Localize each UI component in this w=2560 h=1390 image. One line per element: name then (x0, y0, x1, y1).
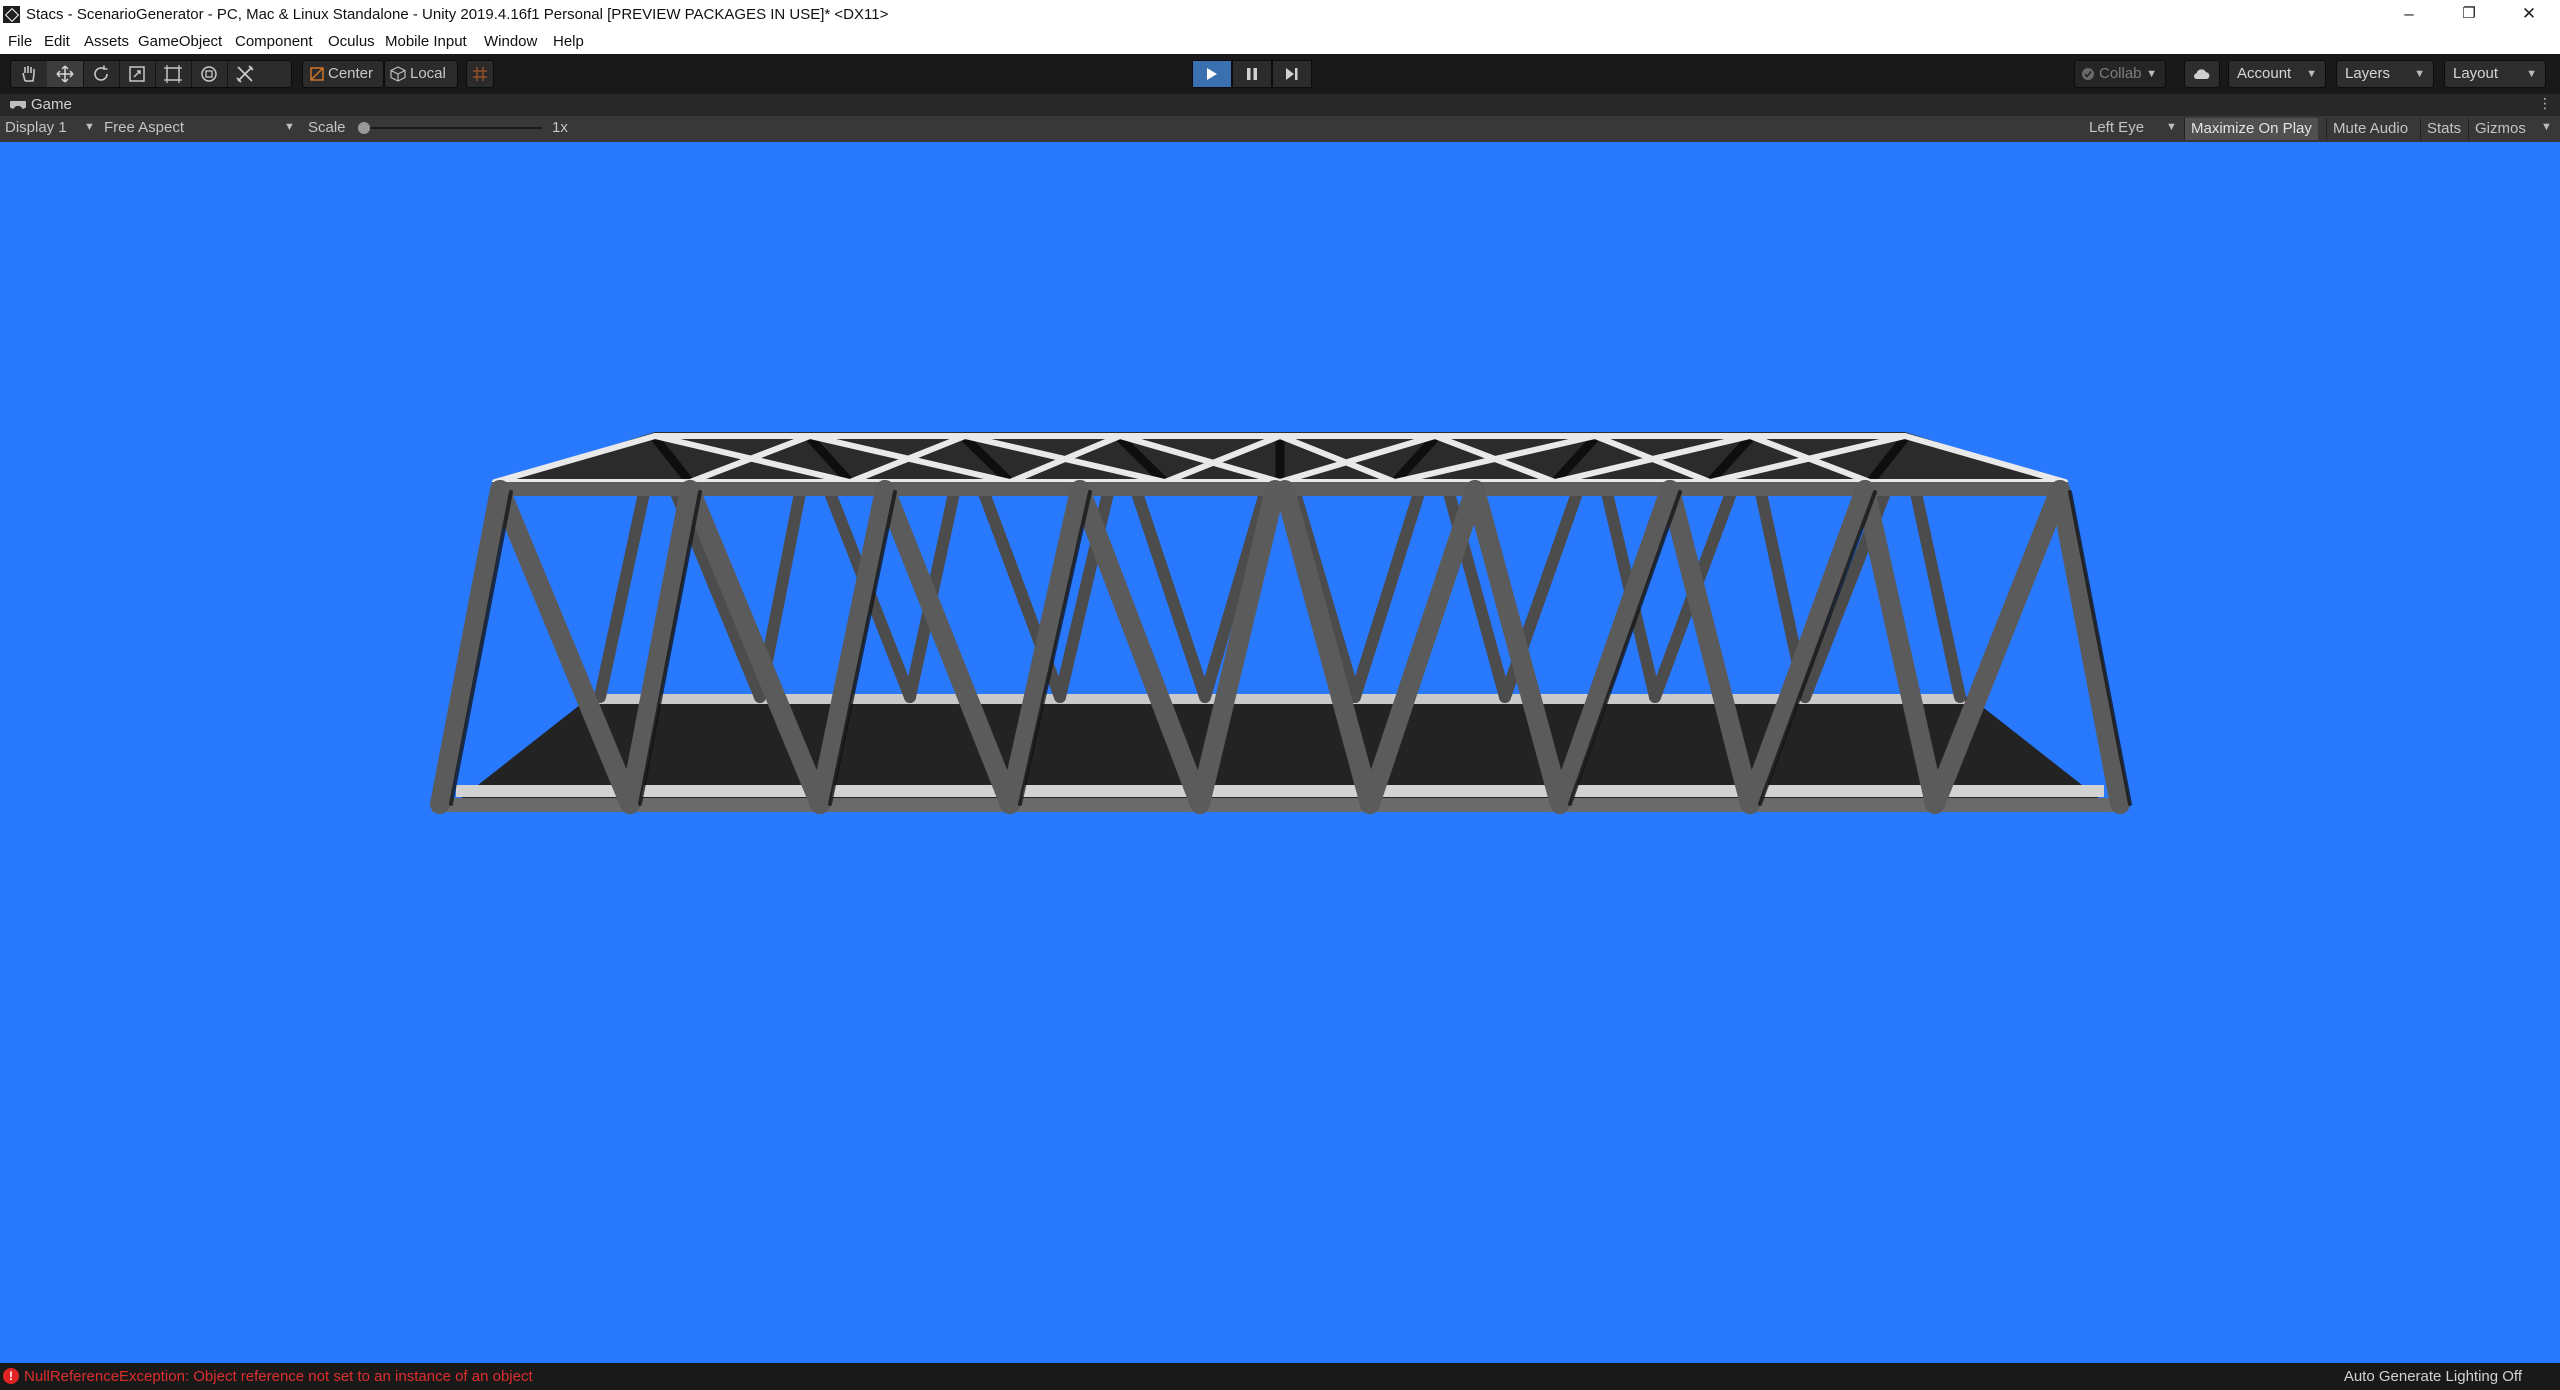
pivot-mode-label: Center (328, 65, 374, 82)
menu-bar: File Edit Assets GameObject Component Oc… (0, 30, 2560, 54)
account-dropdown-arrow: ▼ (2306, 68, 2317, 80)
menu-assets[interactable]: Assets (84, 33, 129, 50)
game-viewport[interactable] (0, 142, 2560, 1363)
scale-slider-handle[interactable] (358, 122, 370, 134)
game-controller-icon (10, 100, 26, 109)
eye-dropdown-arrow: ▼ (2166, 121, 2177, 133)
truss-bridge-render (430, 432, 2132, 814)
collab-label: Collab (2099, 65, 2142, 82)
bottom-chord-near (432, 798, 2126, 812)
pivot-center-icon (310, 67, 324, 81)
collab-check-icon (2082, 68, 2094, 80)
grid-snap-button[interactable] (466, 60, 494, 88)
scale-tool-button[interactable] (119, 61, 156, 87)
tools-icon (236, 65, 254, 83)
transform-tools (10, 60, 292, 88)
stats-toggle[interactable]: Stats (2420, 118, 2467, 140)
near-curb (456, 785, 2104, 797)
window-title: Stacs - ScenarioGenerator - PC, Mac & Li… (26, 6, 889, 23)
move-tool-button[interactable] (47, 61, 84, 87)
hand-icon (22, 66, 35, 82)
error-icon: ! (3, 1368, 19, 1384)
menu-component[interactable]: Component (235, 33, 313, 50)
main-toolbar: Center Local Collab ▼ Account ▼ Layers ▼… (0, 54, 2560, 94)
menu-mobile-input[interactable]: Mobile Input (385, 33, 467, 50)
account-label: Account (2237, 65, 2292, 82)
more-options-icon[interactable]: ⋮ (2538, 95, 2552, 112)
game-view-toolbar: Display 1 ▼ Free Aspect ▼ Scale 1x Left … (0, 116, 2560, 142)
lighting-status: Auto Generate Lighting Off (2343, 1368, 2522, 1385)
pivot-mode-button[interactable]: Center (302, 60, 384, 88)
scale-icon (129, 66, 145, 82)
pause-icon (1247, 68, 1257, 80)
cloud-button[interactable] (2184, 60, 2220, 88)
menu-file[interactable]: File (8, 33, 32, 50)
scale-value: 1x (552, 119, 568, 136)
far-curb (595, 694, 1965, 704)
grid-snap-icon (473, 67, 487, 81)
layers-dropdown-arrow: ▼ (2414, 68, 2425, 80)
menu-edit[interactable]: Edit (44, 33, 70, 50)
console-error-message[interactable]: NullReferenceException: Object reference… (24, 1368, 533, 1385)
hand-tool-button[interactable] (11, 61, 48, 87)
collab-dropdown[interactable]: Collab ▼ (2074, 60, 2166, 88)
account-dropdown[interactable]: Account ▼ (2228, 60, 2326, 88)
move-icon (56, 65, 74, 83)
eye-dropdown[interactable]: Left Eye (2089, 119, 2144, 136)
rect-transform-icon (164, 65, 182, 83)
tab-game[interactable]: Game (31, 96, 72, 113)
gizmos-dropdown-arrow[interactable]: ▼ (2541, 121, 2552, 133)
rect-tool-button[interactable] (155, 61, 192, 87)
title-bar: Stacs - ScenarioGenerator - PC, Mac & Li… (0, 0, 2560, 30)
pivot-rotation-button[interactable]: Local (384, 60, 458, 88)
layout-dropdown-arrow: ▼ (2526, 68, 2537, 80)
layout-label: Layout (2453, 65, 2499, 82)
play-icon (1207, 68, 1217, 80)
step-button[interactable] (1272, 60, 1312, 88)
custom-tool-button[interactable] (227, 61, 263, 87)
display-dropdown[interactable]: Display 1 (5, 119, 67, 136)
layers-dropdown[interactable]: Layers ▼ (2336, 60, 2434, 88)
minimize-button[interactable]: – (2380, 0, 2438, 30)
local-cube-icon (390, 66, 406, 82)
maximize-on-play-toggle[interactable]: Maximize On Play (2184, 118, 2318, 140)
aspect-dropdown[interactable]: Free Aspect (104, 119, 184, 136)
top-bracing (492, 432, 2068, 486)
collab-dropdown-arrow: ▼ (2146, 68, 2157, 80)
unity-logo-icon (3, 6, 20, 23)
scale-slider-track[interactable] (360, 127, 542, 129)
status-bar: ! NullReferenceException: Object referen… (0, 1363, 2560, 1390)
close-button[interactable]: ✕ (2500, 0, 2558, 30)
menu-gameobject[interactable]: GameObject (138, 33, 222, 50)
step-icon (1286, 68, 1298, 80)
menu-window[interactable]: Window (484, 33, 537, 50)
scale-label: Scale (308, 119, 346, 136)
pivot-rotation-label: Local (410, 65, 446, 82)
transform-tool-button[interactable] (191, 61, 228, 87)
mute-audio-toggle[interactable]: Mute Audio (2326, 118, 2414, 140)
gizmos-toggle[interactable]: Gizmos (2468, 118, 2532, 140)
menu-oculus[interactable]: Oculus (328, 33, 375, 50)
pause-button[interactable] (1232, 60, 1272, 88)
aspect-dropdown-arrow: ▼ (284, 121, 295, 133)
rotate-icon (94, 65, 108, 81)
layers-label: Layers (2345, 65, 2391, 82)
game-tab-bar: Game ⋮ (0, 94, 2560, 116)
display-dropdown-arrow: ▼ (84, 121, 95, 133)
layout-dropdown[interactable]: Layout ▼ (2444, 60, 2546, 88)
rotate-tool-button[interactable] (83, 61, 120, 87)
cloud-icon (2193, 69, 2210, 80)
menu-help[interactable]: Help (553, 33, 584, 50)
transform-icon (201, 66, 217, 82)
play-button[interactable] (1192, 60, 1232, 88)
maximize-button[interactable]: ❐ (2440, 0, 2498, 30)
